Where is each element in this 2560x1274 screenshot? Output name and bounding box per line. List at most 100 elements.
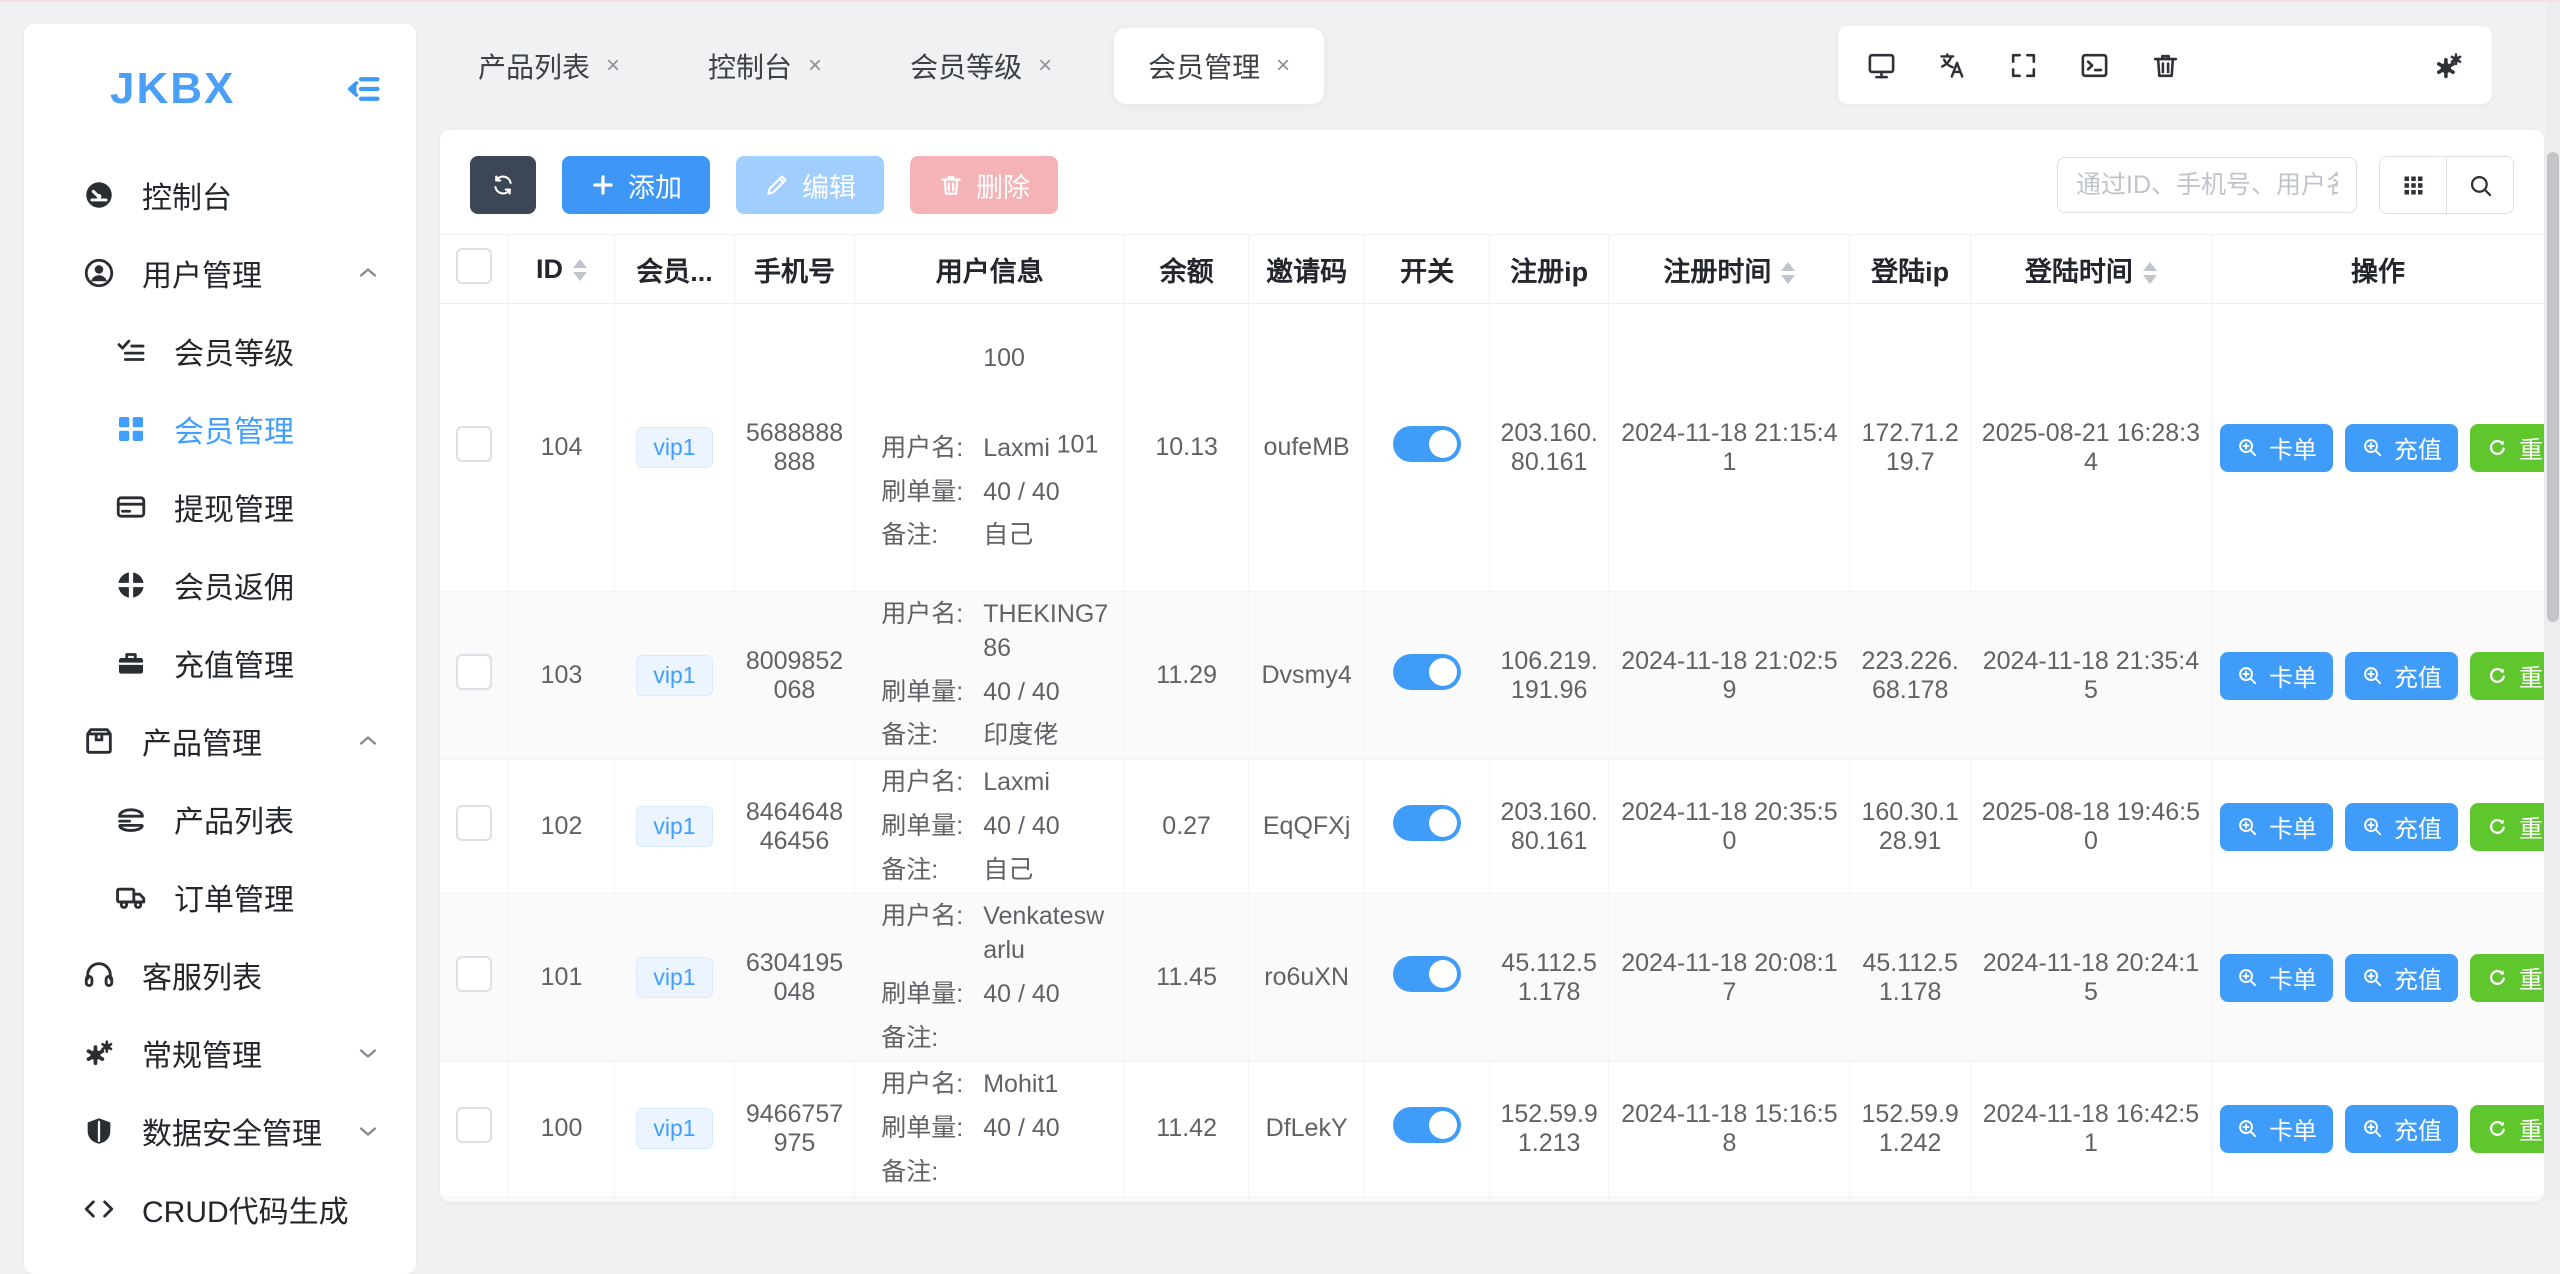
row-actions: 卡单充值重置订单 <box>2220 954 2536 1002</box>
enable-toggle[interactable] <box>1393 426 1461 462</box>
column-header-switch: 开关 <box>1365 235 1490 304</box>
cell-login-time: 2025-08-21 16:28:34 <box>1970 304 2211 592</box>
monitor-icon[interactable] <box>1866 50 1897 81</box>
note-label: 备注: <box>881 1156 983 1190</box>
recharge-button[interactable]: 充值 <box>2345 803 2458 851</box>
search-button[interactable] <box>2446 157 2513 213</box>
cell-user-info: 用户名:Mohit1刷单量:40 / 40备注: <box>855 1062 1125 1196</box>
brush-value: 40 / 40 <box>983 476 1116 510</box>
row-checkbox[interactable] <box>456 956 492 992</box>
tab-close-icon[interactable]: × <box>606 52 620 80</box>
username-label: 用户名: <box>881 1068 983 1102</box>
member-management-page: { "sidebar": { "logo": "JKBX", "items": … <box>0 0 2560 1199</box>
cell-level: vip1 <box>615 1196 735 1202</box>
column-header-reg_time[interactable]: 注册时间 <box>1609 235 1850 304</box>
username-value: THEKING786 <box>983 598 1116 666</box>
card-order-button[interactable]: 卡单 <box>2220 954 2333 1002</box>
sort-carets-icon[interactable] <box>2143 262 2157 284</box>
cell-login-ip: 116.75.134.175 <box>1850 1196 1971 1202</box>
tab-close-icon[interactable]: × <box>1038 52 1052 80</box>
sidebar-item-12[interactable]: 数据安全管理 <box>24 1092 416 1170</box>
table-row-102: 102vip1846464846456用户名:Laxmi刷单量:40 / 40备… <box>440 760 2544 894</box>
tab-2[interactable]: 会员等级 × <box>884 30 1078 102</box>
cell-actions: 卡单充值重置订单 <box>2211 304 2544 592</box>
row-checkbox[interactable] <box>456 805 492 841</box>
translate-icon[interactable] <box>1937 50 1968 81</box>
note-value: 自己 <box>983 519 1116 553</box>
sidebar-item-0[interactable]: 控制台 <box>24 156 416 234</box>
card-order-button[interactable]: 卡单 <box>2220 652 2333 700</box>
sidebar-item-8[interactable]: 产品列表 <box>24 780 416 858</box>
enable-toggle[interactable] <box>1393 956 1461 992</box>
sidebar-item-13[interactable]: CRUD代码生成 <box>24 1170 416 1248</box>
cell-select <box>440 894 508 1062</box>
row-checkbox[interactable] <box>456 654 492 690</box>
fullscreen-icon[interactable] <box>2008 50 2039 81</box>
column-header-id[interactable]: ID <box>508 235 614 304</box>
columns-grid-button[interactable] <box>2380 157 2446 213</box>
terminal-icon[interactable] <box>2079 50 2110 81</box>
recharge-button[interactable]: 充值 <box>2345 424 2458 472</box>
tab-3[interactable]: 会员管理× <box>1114 28 1324 104</box>
cell-login-ip: 152.59.91.242 <box>1850 1062 1971 1196</box>
sidebar-item-2[interactable]: 会员等级 <box>24 312 416 390</box>
sidebar-item-label: 会员管理 <box>174 407 294 451</box>
search-input[interactable] <box>2057 157 2357 213</box>
card-order-button-label: 卡单 <box>2269 960 2317 995</box>
sidebar-item-7[interactable]: 产品管理 <box>24 702 416 780</box>
column-label: ID <box>536 254 563 284</box>
column-header-user_info: 用户信息 <box>855 235 1125 304</box>
column-header-login_time[interactable]: 登陆时间 <box>1970 235 2211 304</box>
row-checkbox[interactable] <box>456 1107 492 1143</box>
sidebar-item-3[interactable]: 会员管理 <box>24 390 416 468</box>
page-scrollbar-thumb[interactable] <box>2547 152 2559 622</box>
trash-icon[interactable] <box>2150 50 2181 81</box>
cell-actions: 卡单充值重置订单 <box>2211 1196 2544 1202</box>
sidebar-item-9[interactable]: 订单管理 <box>24 858 416 936</box>
reset-order-button[interactable]: 重置订单 <box>2470 424 2544 472</box>
note-label: 备注: <box>881 719 983 753</box>
sidebar-item-1[interactable]: 用户管理 <box>24 234 416 312</box>
cell-reg-ip: 203.160.80.161 <box>1489 304 1609 592</box>
sidebar-item-10[interactable]: 客服列表 <box>24 936 416 1014</box>
reset-order-button[interactable]: 重置订单 <box>2470 1105 2544 1153</box>
tab-label: 会员等级 <box>910 46 1022 86</box>
reset-order-button[interactable]: 重置订单 <box>2470 803 2544 851</box>
toggle-knob <box>1429 658 1457 686</box>
tab-close-icon[interactable]: × <box>808 52 822 80</box>
recharge-button[interactable]: 充值 <box>2345 652 2458 700</box>
enable-toggle[interactable] <box>1393 654 1461 690</box>
delete-button-label: 删除 <box>976 166 1030 205</box>
table-row-100: 100vip19466757975用户名:Mohit1刷单量:40 / 40备注… <box>440 1062 2544 1196</box>
card-order-button[interactable]: 卡单 <box>2220 1105 2333 1153</box>
cell-login-time: 2025-08-18 19:46:50 <box>1970 760 2211 894</box>
card-order-button[interactable]: 卡单 <box>2220 424 2333 472</box>
tab-0[interactable]: 产品列表× <box>452 30 646 102</box>
select-all-checkbox[interactable] <box>456 248 492 284</box>
tab-1[interactable]: 控制台× <box>682 30 848 102</box>
refresh-button[interactable] <box>470 156 536 214</box>
card-order-button[interactable]: 卡单 <box>2220 803 2333 851</box>
rebate-icon <box>114 568 148 602</box>
delete-button[interactable]: 删除 <box>910 156 1058 214</box>
tab-close-icon[interactable]: × <box>1276 52 1290 80</box>
gear-icon[interactable] <box>2433 50 2464 81</box>
cell-balance: 0.27 <box>1125 760 1249 894</box>
sidebar-item-4[interactable]: 提现管理 <box>24 468 416 546</box>
sidebar-item-5[interactable]: 会员返佣 <box>24 546 416 624</box>
sidebar-collapse-icon[interactable] <box>346 71 382 107</box>
enable-toggle[interactable] <box>1393 1107 1461 1143</box>
row-checkbox[interactable] <box>456 426 492 462</box>
add-button[interactable]: 添加 <box>562 156 710 214</box>
sidebar-item-6[interactable]: 充值管理 <box>24 624 416 702</box>
reset-order-button[interactable]: 重置订单 <box>2470 954 2544 1002</box>
recharge-button[interactable]: 充值 <box>2345 954 2458 1002</box>
sort-carets-icon[interactable] <box>1781 262 1795 284</box>
user-info-extra-top: 100 <box>983 342 1116 376</box>
sidebar-item-11[interactable]: 常规管理 <box>24 1014 416 1092</box>
enable-toggle[interactable] <box>1393 805 1461 841</box>
edit-button[interactable]: 编辑 <box>736 156 884 214</box>
sort-carets-icon[interactable] <box>573 259 587 281</box>
recharge-button[interactable]: 充值 <box>2345 1105 2458 1153</box>
reset-order-button[interactable]: 重置订单 <box>2470 652 2544 700</box>
